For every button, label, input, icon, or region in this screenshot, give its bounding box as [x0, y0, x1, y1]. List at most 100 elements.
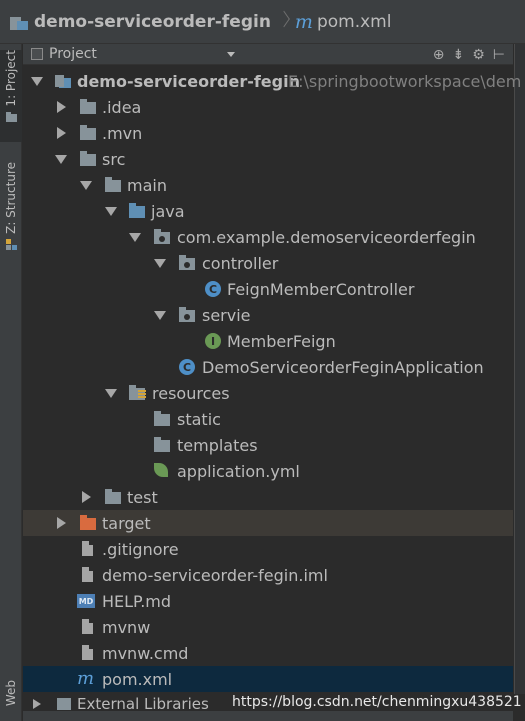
tree-row-external-libraries[interactable]: External Libraries	[23, 695, 209, 713]
breadcrumb-file[interactable]: pom.xml	[317, 12, 392, 32]
project-tool-tab[interactable]: 1: Project	[0, 50, 22, 142]
tree-label-mvnw: mvnw	[102, 617, 151, 637]
web-tab-label: Web	[4, 680, 18, 707]
editor-edge	[514, 44, 525, 694]
collapse-arrow-icon[interactable]	[57, 127, 66, 139]
folder-icon	[80, 151, 98, 167]
text-file-icon	[79, 541, 97, 557]
text-file-icon	[79, 645, 97, 661]
spring-boot-class-icon: C	[178, 359, 196, 375]
tree-row-pom[interactable]: m pom.xml	[23, 666, 513, 692]
tool-window-strip: 1: Project Z: Structure Web	[0, 44, 22, 721]
expand-arrow-icon[interactable]	[129, 233, 141, 242]
tree-row-resources[interactable]: resources	[23, 380, 513, 406]
tree-label-mvnwcmd: mvnw.cmd	[102, 643, 189, 663]
folder-icon	[105, 177, 123, 193]
package-icon	[154, 229, 172, 245]
tree-label-controller-class: FeignMemberController	[227, 279, 415, 299]
expand-arrow-icon[interactable]	[105, 207, 117, 216]
breadcrumb-project[interactable]: demo-serviceorder-fegin	[34, 12, 271, 32]
tree-row-mvnwcmd[interactable]: mvnw.cmd	[23, 640, 513, 666]
tree-label-controller: controller	[202, 253, 279, 273]
tree-label-servie: servie	[202, 305, 251, 325]
web-tool-tab[interactable]: Web	[0, 680, 22, 720]
project-panel-header: Project ⊕ ⇟ ⚙ ⊢	[23, 44, 513, 65]
excluded-folder-icon	[80, 515, 98, 531]
folder-icon	[80, 99, 98, 115]
view-dropdown-icon[interactable]	[226, 51, 235, 57]
module-icon	[10, 13, 30, 31]
panel-toolbar: ⊕ ⇟ ⚙ ⊢	[433, 44, 505, 65]
expand-arrow-icon[interactable]	[31, 77, 43, 86]
tree-row-root[interactable]: demo-serviceorder-fegin E:\springbootwor…	[23, 68, 521, 94]
tree-row-target[interactable]: target	[23, 510, 513, 536]
tree-row-help[interactable]: MD HELP.md	[23, 588, 513, 614]
tree-row-controller[interactable]: controller	[23, 250, 513, 276]
tree-row-app[interactable]: C DemoServiceorderFeginApplication	[23, 354, 513, 380]
tree-row-test[interactable]: test	[23, 484, 513, 510]
structure-icon	[5, 238, 17, 250]
watermark: https://blog.csdn.net/chenmingxu438521	[232, 694, 522, 710]
tree-row-static[interactable]: static	[23, 406, 513, 432]
tree-row-idea[interactable]: .idea	[23, 94, 513, 120]
expand-arrow-icon[interactable]	[55, 155, 67, 164]
tree-row-package[interactable]: com.example.demoserviceorderfegin	[23, 224, 513, 250]
tree-row-interface[interactable]: I MemberFeign	[23, 328, 513, 354]
collapse-arrow-icon[interactable]	[57, 517, 66, 529]
tree-row-iml[interactable]: demo-serviceorder-fegin.iml	[23, 562, 513, 588]
tree-row-controller-class[interactable]: C FeignMemberController	[23, 276, 513, 302]
tree-label-help: HELP.md	[102, 591, 172, 611]
tree-row-servie[interactable]: servie	[23, 302, 513, 328]
tree-row-src[interactable]: src	[23, 146, 513, 172]
structure-tab-label: Z: Structure	[4, 162, 18, 234]
tree-row-java[interactable]: java	[23, 198, 513, 224]
tree-label-app: DemoServiceorderFeginApplication	[202, 357, 484, 377]
class-icon: C	[204, 281, 222, 297]
tree-row-yml[interactable]: application.yml	[23, 458, 513, 484]
tree-row-mvn[interactable]: .mvn	[23, 120, 513, 146]
tree-label-interface: MemberFeign	[227, 331, 336, 351]
module-icon	[55, 73, 73, 89]
tree-label-target: target	[102, 513, 151, 533]
tree-label-java: java	[151, 201, 185, 221]
collapse-arrow-icon[interactable]	[33, 699, 41, 709]
target-icon[interactable]: ⊕	[433, 47, 445, 63]
maven-file-icon: m	[294, 10, 313, 33]
expand-arrow-icon[interactable]	[154, 259, 166, 268]
project-view-icon	[31, 48, 43, 60]
tree-row-templates[interactable]: templates	[23, 432, 513, 458]
project-folder-icon	[5, 111, 17, 122]
expand-arrow-icon[interactable]	[80, 181, 92, 190]
structure-tool-tab[interactable]: Z: Structure	[0, 162, 22, 262]
tree-row-main[interactable]: main	[23, 172, 513, 198]
tree-row-gitignore[interactable]: .gitignore	[23, 536, 513, 562]
tree-label-gitignore: .gitignore	[102, 539, 179, 559]
tree-label-pom: pom.xml	[102, 669, 173, 689]
tree-label-mvn: .mvn	[102, 123, 143, 143]
markdown-badge: MD	[77, 594, 95, 608]
tree-label-resources: resources	[152, 383, 230, 403]
tree-label-yml: application.yml	[177, 461, 300, 481]
library-icon	[57, 698, 71, 710]
folder-icon	[80, 125, 98, 141]
resources-folder-icon	[129, 385, 147, 401]
hide-icon[interactable]: ⊢	[493, 47, 505, 63]
project-tree: demo-serviceorder-fegin E:\springbootwor…	[23, 68, 521, 692]
collapse-icon[interactable]: ⇟	[453, 47, 465, 63]
collapse-arrow-icon[interactable]	[82, 491, 91, 503]
tree-label-test: test	[127, 487, 158, 507]
folder-icon	[154, 411, 172, 427]
root-path: E:\springbootworkspace\dem	[288, 71, 522, 91]
tree-label-iml: demo-serviceorder-fegin.iml	[102, 565, 328, 585]
horizontal-scrollbar[interactable]	[23, 711, 513, 721]
source-folder-icon	[129, 203, 147, 219]
markdown-file-icon: MD	[77, 593, 95, 609]
gear-icon[interactable]: ⚙	[472, 47, 485, 63]
text-file-icon	[79, 619, 97, 635]
expand-arrow-icon[interactable]	[154, 311, 166, 320]
panel-title[interactable]: Project	[49, 46, 97, 62]
collapse-arrow-icon[interactable]	[57, 101, 66, 113]
expand-arrow-icon[interactable]	[105, 389, 117, 398]
tree-row-mvnw[interactable]: mvnw	[23, 614, 513, 640]
text-file-icon	[79, 567, 97, 583]
